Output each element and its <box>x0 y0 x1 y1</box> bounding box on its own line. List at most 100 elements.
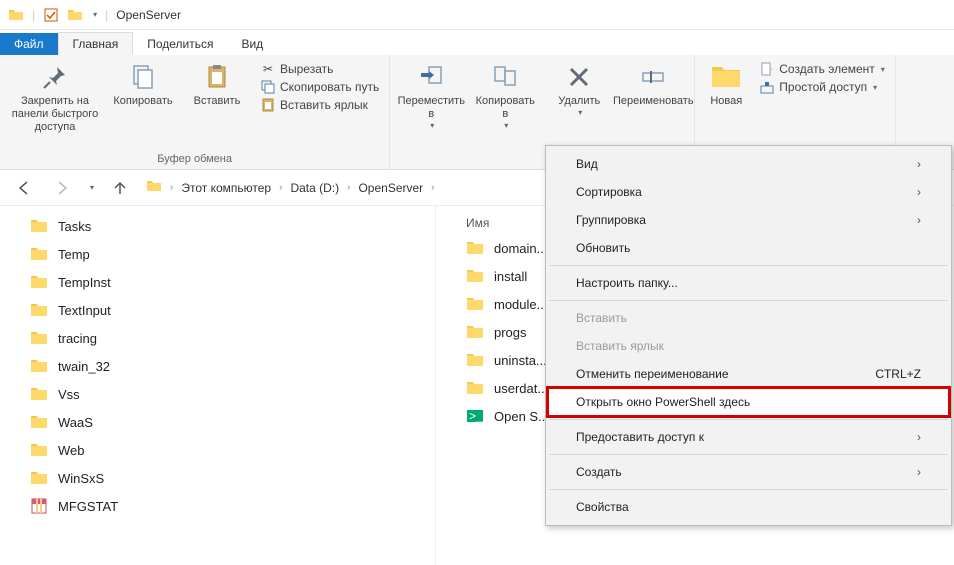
copypath-icon <box>260 79 276 95</box>
item-name: MFGSTAT <box>58 499 118 514</box>
separator <box>549 265 948 266</box>
item-name: Tasks <box>58 219 91 234</box>
copy-path-button[interactable]: Скопировать путь <box>260 79 379 95</box>
cm-refresh[interactable]: Обновить <box>548 234 949 262</box>
folder-icon <box>466 267 484 285</box>
folder-icon <box>30 385 48 403</box>
ribbon-tabs: Файл Главная Поделиться Вид <box>0 30 954 55</box>
folder-icon <box>466 323 484 341</box>
tree-item[interactable]: TextInput <box>0 296 435 324</box>
up-button[interactable] <box>108 176 132 200</box>
delete-button[interactable]: Удалить▾ <box>544 59 614 119</box>
moveto-icon <box>415 61 447 93</box>
crumb-drive[interactable]: Data (D:) <box>290 181 339 195</box>
folder-icon <box>466 239 484 257</box>
paste-shortcut-button[interactable]: Вставить ярлык <box>260 97 379 113</box>
chevron-down-icon: ▾ <box>881 65 885 74</box>
item-name: progs <box>494 325 527 340</box>
tree-item[interactable]: Tasks <box>0 212 435 240</box>
separator: | <box>105 8 108 22</box>
rename-button[interactable]: Переименовать <box>618 59 688 110</box>
tree-item[interactable]: WinSxS <box>0 464 435 492</box>
tree-item[interactable]: TempInst <box>0 268 435 296</box>
tree-item[interactable]: twain_32 <box>0 352 435 380</box>
separator <box>549 489 948 490</box>
folder-icon <box>466 379 484 397</box>
chevron-right-icon[interactable]: › <box>279 182 282 193</box>
folder-icon <box>30 273 48 291</box>
copy-button[interactable]: Копировать <box>108 59 178 110</box>
paste-icon <box>201 61 233 93</box>
tab-home[interactable]: Главная <box>58 32 134 55</box>
folder-icon <box>30 329 48 347</box>
qa-check-icon[interactable] <box>43 7 59 23</box>
tree-item[interactable]: tracing <box>0 324 435 352</box>
item-name: WinSxS <box>58 471 104 486</box>
back-button[interactable] <box>12 176 36 200</box>
cm-view[interactable]: Вид› <box>548 150 949 178</box>
cut-button[interactable]: ✂ Вырезать <box>260 61 379 77</box>
copy-to-button[interactable]: Копировать в▾ <box>470 59 540 132</box>
chevron-right-icon[interactable]: › <box>170 182 173 193</box>
svg-text:>_: >_ <box>469 409 483 423</box>
paste-button[interactable]: Вставить <box>182 59 252 110</box>
new-folder-button[interactable]: Новая <box>701 59 751 110</box>
ribbon-group-clipboard: Закрепить на панели быстрого доступа Коп… <box>0 55 390 169</box>
item-name: userdat... <box>494 381 548 396</box>
tab-file[interactable]: Файл <box>0 33 58 55</box>
easy-access-button[interactable]: Простой доступ▾ <box>759 79 885 95</box>
context-menu: Вид› Сортировка› Группировка› Обновить Н… <box>545 145 952 526</box>
navigation-pane[interactable]: Tasks Temp TempInstTextInput tracing twain_3… <box>0 206 435 565</box>
tree-item[interactable]: MFGSTAT <box>0 492 435 520</box>
cm-paste-shortcut: Вставить ярлык <box>548 332 949 360</box>
tab-view[interactable]: Вид <box>227 33 277 55</box>
folder-icon <box>30 357 48 375</box>
crumb-folder[interactable]: OpenServer <box>358 181 423 195</box>
folder-icon <box>30 245 48 263</box>
tree-item[interactable]: Vss <box>0 380 435 408</box>
tree-item[interactable]: Web <box>0 436 435 464</box>
tree-item[interactable]: WaaS <box>0 408 435 436</box>
pin-quickaccess-button[interactable]: Закрепить на панели быстрого доступа <box>6 59 104 137</box>
chevron-right-icon[interactable]: › <box>431 182 434 193</box>
cm-properties[interactable]: Свойства <box>548 493 949 521</box>
qa-folder-icon[interactable] <box>67 7 83 23</box>
separator <box>549 454 948 455</box>
qa-dropdown-icon[interactable]: ▾ <box>93 10 97 19</box>
pin-icon <box>39 61 71 93</box>
chevron-right-icon: › <box>917 185 921 199</box>
item-name: uninsta... <box>494 353 547 368</box>
tab-share[interactable]: Поделиться <box>133 33 227 55</box>
move-to-button[interactable]: Переместить в▾ <box>396 59 466 132</box>
item-name: tracing <box>58 331 97 346</box>
paste-shortcut-icon <box>260 97 276 113</box>
copyto-icon <box>489 61 521 93</box>
history-dropdown[interactable]: ▾ <box>90 183 94 192</box>
cm-give-access[interactable]: Предоставить доступ к› <box>548 423 949 451</box>
item-name: Open S... <box>494 409 549 424</box>
chevron-right-icon: › <box>917 213 921 227</box>
delete-icon <box>563 61 595 93</box>
chevron-right-icon[interactable]: › <box>347 182 350 193</box>
cm-customize-folder[interactable]: Настроить папку... <box>548 269 949 297</box>
item-name: Vss <box>58 387 80 402</box>
tree-item[interactable]: Temp <box>0 240 435 268</box>
cm-new[interactable]: Создать› <box>548 458 949 486</box>
cm-group[interactable]: Группировка› <box>548 206 949 234</box>
chevron-right-icon: › <box>917 465 921 479</box>
chevron-right-icon: › <box>917 430 921 444</box>
forward-button[interactable] <box>50 176 74 200</box>
new-item-button[interactable]: Создать элемент▾ <box>759 61 885 77</box>
window-title: OpenServer <box>116 8 181 22</box>
item-name: Temp <box>58 247 90 262</box>
item-name: WaaS <box>58 415 93 430</box>
cm-undo-rename[interactable]: Отменить переименованиеCTRL+Z <box>548 360 949 388</box>
chevron-down-icon: ▾ <box>873 83 877 92</box>
cm-open-powershell[interactable]: Открыть окно PowerShell здесь <box>548 388 949 416</box>
item-name: install <box>494 269 527 284</box>
easyaccess-icon <box>759 79 775 95</box>
crumb-root[interactable]: Этот компьютер <box>181 181 271 195</box>
cm-sort[interactable]: Сортировка› <box>548 178 949 206</box>
title-bar: | ▾ | OpenServer <box>0 0 954 30</box>
copy-icon <box>127 61 159 93</box>
